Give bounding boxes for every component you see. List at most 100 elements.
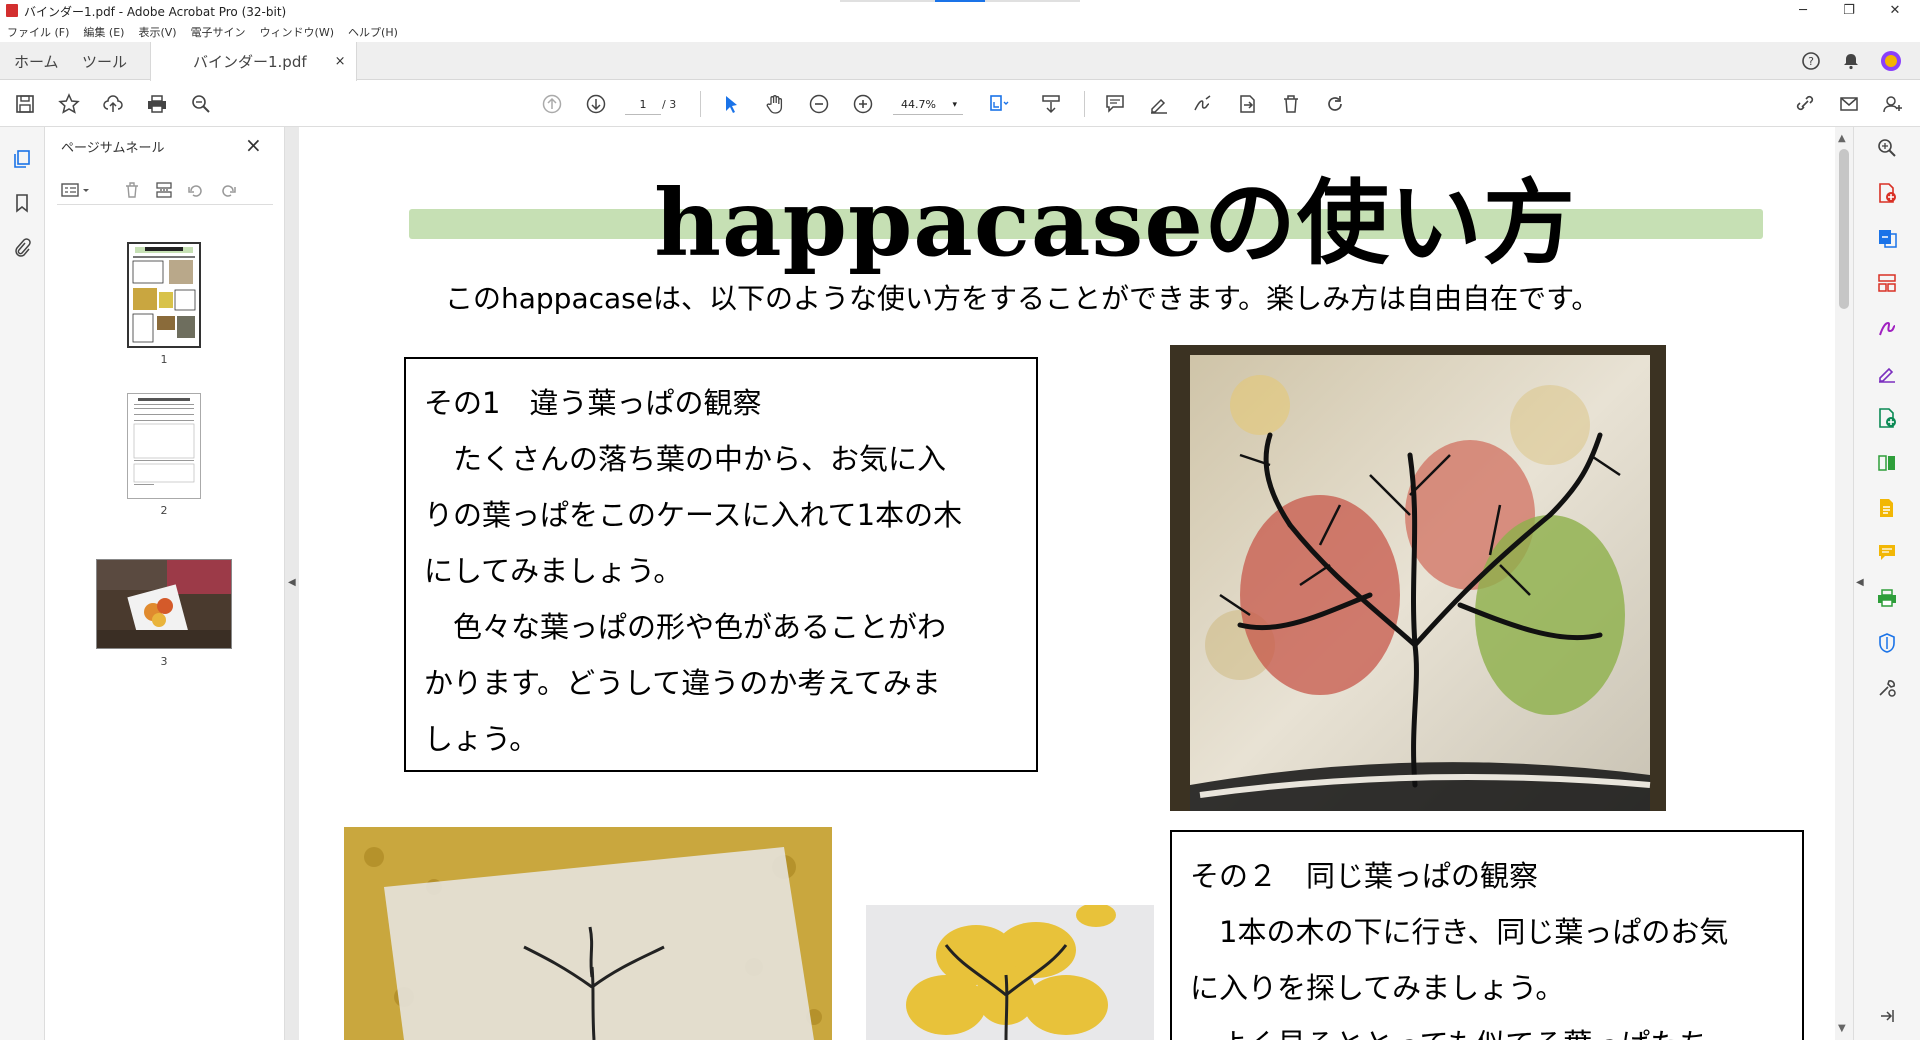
undo-icon[interactable]	[185, 179, 207, 201]
delete-icon[interactable]	[1276, 89, 1306, 119]
redo-icon[interactable]	[217, 179, 239, 201]
page-total: / 3	[662, 98, 677, 111]
page-thumbnail-2[interactable]	[127, 393, 201, 499]
star-icon[interactable]	[54, 89, 84, 119]
expand-pane-icon[interactable]	[1874, 1003, 1900, 1029]
create-pdf-icon[interactable]	[1874, 180, 1900, 206]
page-thumbnail-3[interactable]	[96, 559, 232, 649]
menu-esign[interactable]: 電子サイン	[184, 20, 253, 42]
search-icon[interactable]	[1874, 135, 1900, 161]
print-production-icon[interactable]	[1874, 585, 1900, 611]
tab-document[interactable]: バインダー1.pdf ×	[150, 42, 357, 81]
delete-page-icon[interactable]	[121, 179, 143, 201]
thumbnail-options-icon[interactable]	[59, 179, 93, 201]
comment-tool-icon[interactable]	[1874, 540, 1900, 566]
section-box-2: その２ 同じ葉っぱの観察 1本の木の下に行き、同じ葉っぱのお気 に入りを探してみ…	[1170, 830, 1804, 1040]
vertical-scrollbar[interactable]: ▲ ▼	[1835, 127, 1853, 1040]
sign-icon[interactable]	[1188, 89, 1218, 119]
tools-pane: ◀	[1853, 127, 1920, 1040]
protect-shield-icon[interactable]	[1874, 630, 1900, 656]
export-pdf-icon[interactable]	[1874, 225, 1900, 251]
page-thumbnails-icon[interactable]	[10, 147, 34, 171]
page-thumbnails-panel: ページサムネール × 1 2 3	[45, 127, 285, 1040]
tab-bar: ホーム ツール バインダー1.pdf ×	[0, 42, 1920, 81]
title-progress	[840, 0, 1080, 2]
profile-avatar[interactable]	[1880, 50, 1902, 72]
menu-view[interactable]: 表示(V)	[131, 20, 183, 42]
panel-close-button[interactable]: ×	[245, 133, 262, 157]
title-bar: バインダー1.pdf - Adobe Acrobat Pro (32-bit) …	[0, 0, 1920, 20]
chevron-down-icon: ▾	[952, 100, 957, 110]
panel-toolbar	[57, 175, 273, 205]
page-title: happacaseの使い方	[654, 169, 1576, 277]
panel-splitter[interactable]: ◀	[285, 127, 299, 1040]
edit-pdf-icon[interactable]	[1874, 405, 1900, 431]
rotate-icon[interactable]	[1320, 89, 1350, 119]
minimize-button[interactable]: ─	[1780, 0, 1826, 20]
navigation-rail	[0, 127, 45, 1040]
page-thumbnail-1[interactable]	[127, 242, 201, 348]
share-file-icon[interactable]	[1232, 89, 1262, 119]
comment-icon[interactable]	[1100, 89, 1130, 119]
menu-edit[interactable]: 編集 (E)	[76, 20, 131, 42]
section-1-heading: その1 違う葉っぱの観察	[424, 386, 762, 420]
scroll-down-arrow[interactable]: ▼	[1838, 1023, 1846, 1034]
toolbar: 1 / 3 44.7% ▾	[0, 81, 1920, 127]
save-icon[interactable]	[10, 89, 40, 119]
attachment-icon[interactable]	[10, 235, 34, 259]
thumbnail-number: 3	[160, 655, 168, 668]
tab-close-button[interactable]: ×	[335, 54, 346, 69]
restore-button[interactable]: ❐	[1826, 0, 1872, 20]
acrobat-icon	[6, 4, 18, 17]
organize-pages-icon[interactable]	[1874, 270, 1900, 296]
close-window-button[interactable]: ✕	[1872, 0, 1918, 20]
photo-ginkgo-ground	[344, 827, 832, 1040]
mail-icon[interactable]	[1834, 89, 1864, 119]
request-signature-icon[interactable]	[1874, 360, 1900, 386]
page-number-input[interactable]: 1	[625, 95, 661, 115]
page-display-icon[interactable]	[984, 89, 1014, 119]
section-1-line: たくさんの落ち葉の中から、お気に入	[424, 442, 947, 476]
print-icon[interactable]	[142, 89, 172, 119]
menu-file[interactable]: ファイル (F)	[0, 20, 76, 42]
fill-sign-icon[interactable]	[1874, 315, 1900, 341]
photo-tree-autumn-leaves	[1170, 345, 1666, 811]
more-tools-icon[interactable]	[1874, 675, 1900, 701]
zoom-value: 44.7%	[901, 98, 936, 111]
intro-text: このhappacaseは、以下のような使い方をすることができます。楽しみ方は自由…	[445, 282, 1600, 315]
photo-ginkgo-tree	[866, 905, 1154, 1040]
menu-help[interactable]: ヘルプ(H)	[341, 20, 405, 42]
bookmark-icon[interactable]	[10, 191, 34, 215]
menu-bar: ファイル (F) 編集 (E) 表示(V) 電子サイン ウィンドウ(W) ヘルプ…	[0, 20, 1920, 42]
next-page-icon[interactable]	[581, 89, 611, 119]
bell-icon[interactable]	[1840, 50, 1862, 72]
compare-files-icon[interactable]	[1874, 450, 1900, 476]
collapse-pane-arrow[interactable]: ◀	[1856, 577, 1864, 588]
insert-page-icon[interactable]	[153, 179, 175, 201]
tab-tools[interactable]: ツール	[82, 42, 127, 80]
scan-ocr-icon[interactable]	[1874, 495, 1900, 521]
cloud-upload-icon[interactable]	[98, 89, 128, 119]
link-edit-icon[interactable]	[1790, 89, 1820, 119]
scrollbar-thumb[interactable]	[1839, 149, 1849, 309]
highlight-pen-icon[interactable]	[1144, 89, 1174, 119]
section-2-line: よく見るととっても似てる葉っぱたち	[1190, 1016, 1784, 1040]
tab-home[interactable]: ホーム	[14, 42, 59, 80]
zoom-select[interactable]: 44.7% ▾	[893, 95, 963, 115]
section-box-1: その1 違う葉っぱの観察 たくさんの落ち葉の中から、お気に入 りの葉っぱをこのケ…	[404, 357, 1038, 772]
menu-window[interactable]: ウィンドウ(W)	[253, 20, 341, 42]
section-2-line: に入りを探してみましょう。	[1190, 971, 1565, 1005]
thumbnail-number: 2	[160, 504, 168, 517]
hand-tool-icon[interactable]	[760, 89, 790, 119]
add-user-icon[interactable]	[1878, 89, 1908, 119]
scroll-up-arrow[interactable]: ▲	[1838, 133, 1846, 144]
select-cursor-icon[interactable]	[716, 89, 746, 119]
help-icon[interactable]: ?	[1800, 50, 1822, 72]
prev-page-icon[interactable]	[537, 89, 567, 119]
document-view: happacaseの使い方 このhappacaseは、以下のような使い方をするこ…	[299, 127, 1835, 1040]
scroll-mode-icon[interactable]	[1036, 89, 1066, 119]
zoom-out-icon[interactable]	[804, 89, 834, 119]
zoom-in-icon[interactable]	[848, 89, 878, 119]
section-1-line: 色々な葉っぱの形や色があることがわ	[424, 610, 947, 644]
search-zoom-icon[interactable]	[186, 89, 216, 119]
